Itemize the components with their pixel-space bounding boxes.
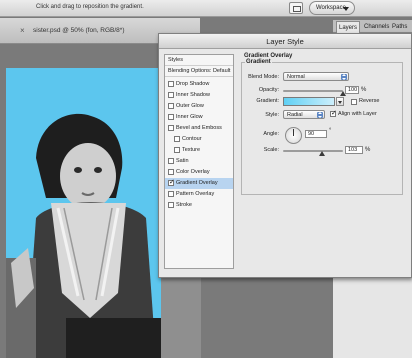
style-item[interactable]: Gradient Overlay — [165, 178, 233, 189]
style-item-checkbox[interactable] — [168, 114, 174, 120]
style-item[interactable]: Inner Glow — [165, 112, 233, 123]
style-item[interactable]: Inner Shadow — [165, 90, 233, 101]
style-item-checkbox[interactable] — [174, 136, 180, 142]
canvas-backdrop — [161, 268, 201, 358]
gradient-label: Gradient: — [256, 98, 279, 104]
style-item-label: Inner Glow — [176, 114, 203, 120]
style-item[interactable]: Stroke — [165, 200, 233, 211]
style-item-label: Drop Shadow — [176, 81, 210, 87]
style-item-checkbox[interactable] — [168, 178, 175, 186]
style-item-checkbox[interactable] — [168, 202, 174, 208]
tool-hint-text: Click and drag to reposition the gradien… — [36, 4, 144, 10]
scale-unit: % — [365, 147, 371, 153]
document-title[interactable]: sister.psd @ 50% (fon, RGB/8*) — [33, 27, 125, 34]
style-item[interactable]: Contour — [165, 134, 233, 145]
style-item-checkbox[interactable] — [168, 103, 174, 109]
style-item[interactable]: Color Overlay — [165, 167, 233, 178]
opacity-input[interactable]: 100 — [345, 86, 359, 94]
style-item-label: Outer Glow — [176, 103, 204, 109]
style-item-label: Stroke — [176, 202, 192, 208]
opacity-label: Opacity: — [258, 87, 279, 93]
gradient-style-select[interactable]: Radial — [283, 110, 325, 119]
style-item-label: Color Overlay — [176, 169, 210, 175]
style-item-label: Pattern Overlay — [176, 191, 215, 197]
angle-input[interactable]: 90 — [305, 130, 327, 138]
photo-image — [6, 113, 161, 358]
gradient-picker[interactable] — [283, 97, 335, 106]
opacity-slider[interactable] — [283, 90, 343, 92]
layer-style-dialog: Layer Style Styles Blending Options: Def… — [158, 33, 412, 278]
style-item-label: Bevel and Emboss — [176, 125, 222, 131]
style-item[interactable]: Bevel and Emboss — [165, 123, 233, 134]
style-item-label: Gradient Overlay — [176, 180, 218, 186]
select-arrows-icon — [341, 74, 347, 80]
angle-dial-icon[interactable] — [285, 127, 302, 144]
blend-mode-value: Normal — [287, 74, 305, 80]
style-label: Style: — [265, 112, 279, 118]
close-icon[interactable]: × — [20, 26, 25, 35]
reverse-label: Reverse — [359, 98, 380, 104]
blend-mode-select[interactable]: Normal — [283, 72, 349, 81]
scale-label: Scale: — [263, 147, 279, 153]
dialog-title[interactable]: Layer Style — [159, 34, 411, 49]
chevron-down-icon — [343, 7, 349, 11]
style-item-checkbox[interactable] — [168, 191, 174, 197]
gradient-group — [241, 62, 403, 195]
options-bar: Click and drag to reposition the gradien… — [0, 0, 412, 17]
style-item-label: Contour — [182, 136, 202, 142]
style-list-header[interactable]: Styles — [165, 55, 233, 66]
style-list: Styles Blending Options: Default Drop Sh… — [164, 54, 234, 269]
arrange-documents-icon[interactable] — [289, 2, 303, 14]
workspace-button[interactable]: Workspace — [309, 1, 355, 15]
style-item[interactable]: Texture — [165, 145, 233, 156]
reverse-checkbox[interactable] — [351, 99, 357, 105]
style-item-checkbox[interactable] — [168, 125, 174, 131]
gradient-group-title: Gradient — [245, 59, 272, 65]
align-with-layer-checkbox[interactable] — [330, 109, 337, 117]
tab-channels[interactable]: Channels — [362, 21, 389, 33]
style-item-checkbox[interactable] — [168, 158, 174, 164]
scale-slider[interactable] — [283, 150, 343, 152]
scale-input[interactable]: 103 — [345, 146, 363, 154]
style-item-checkbox[interactable] — [168, 81, 174, 87]
style-item-label: Texture — [182, 147, 201, 153]
gradient-dropdown-button[interactable] — [336, 97, 344, 106]
style-item-checkbox[interactable] — [168, 92, 174, 98]
tab-paths[interactable]: Paths — [390, 21, 412, 33]
style-item-label: Satin — [176, 158, 189, 164]
style-item[interactable]: Drop Shadow — [165, 79, 233, 90]
select-arrows-icon — [317, 112, 323, 118]
align-with-layer-label: Align with Layer — [338, 111, 377, 117]
angle-label: Angle: — [263, 131, 279, 137]
document-canvas[interactable] — [6, 68, 161, 358]
panel-tab-bar: Layers Channels Paths — [333, 20, 412, 33]
style-item[interactable]: Pattern Overlay — [165, 189, 233, 200]
style-item[interactable]: Outer Glow — [165, 101, 233, 112]
angle-unit: ° — [329, 128, 332, 134]
blending-options-item[interactable]: Blending Options: Default — [165, 66, 233, 77]
blend-mode-label: Blend Mode: — [248, 74, 279, 80]
style-item[interactable]: Satin — [165, 156, 233, 167]
scale-slider-thumb[interactable] — [319, 151, 325, 156]
tab-layers[interactable]: Layers — [336, 21, 360, 33]
gradient-style-value: Radial — [287, 112, 303, 118]
workspace-label: Workspace — [316, 5, 346, 11]
style-item-checkbox[interactable] — [174, 147, 180, 153]
style-item-label: Inner Shadow — [176, 92, 210, 98]
opacity-unit: % — [361, 87, 367, 93]
style-item-checkbox[interactable] — [168, 169, 174, 175]
